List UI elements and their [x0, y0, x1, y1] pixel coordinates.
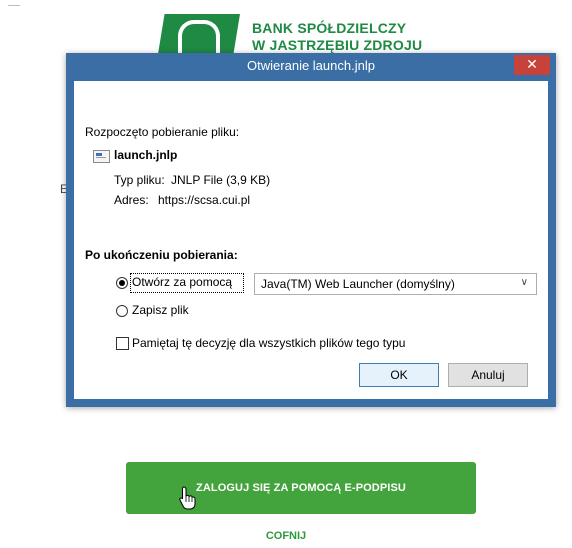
bank-name: BANK SPÓŁDZIELCZY W JASTRZĘBIU ZDROJU [252, 20, 422, 54]
chevron-down-icon: ∨ [520, 277, 528, 288]
file-type-value: JNLP File (3,9 KB) [171, 173, 271, 187]
dialog-titlebar[interactable]: Otwieranie launch.jnlp ✕ [66, 53, 556, 80]
close-icon: ✕ [526, 56, 538, 72]
save-file-label[interactable]: Zapisz plik [132, 303, 189, 317]
file-icon [93, 150, 110, 163]
dialog-client-area: Rozpoczęto pobieranie pliku: launch.jnlp… [74, 81, 548, 399]
hand-cursor-icon [179, 486, 196, 510]
address-value: https://scsa.cui.pl [158, 193, 251, 207]
file-type-label: Typ pliku: [114, 173, 165, 187]
ok-button[interactable]: OK [359, 363, 439, 387]
back-link[interactable]: COFNIJ [0, 530, 572, 542]
remember-checkbox[interactable] [116, 337, 129, 350]
menu-indicator [8, 5, 20, 6]
close-button[interactable]: ✕ [514, 55, 550, 75]
download-dialog: Otwieranie launch.jnlp ✕ Rozpoczęto pobi… [66, 53, 556, 407]
save-file-radio[interactable] [116, 305, 128, 317]
dialog-title: Otwieranie launch.jnlp [247, 58, 375, 73]
remember-label[interactable]: Pamiętaj tę decyzję dla wszystkich plikó… [132, 336, 405, 350]
bank-name-line1: BANK SPÓŁDZIELCZY [252, 20, 407, 36]
open-with-app-value: Java(TM) Web Launcher (domyślny) [261, 277, 455, 291]
cancel-button[interactable]: Anuluj [448, 363, 528, 387]
bank-name-line2: W JASTRZĘBIU ZDROJU [252, 37, 423, 53]
file-name: launch.jnlp [114, 148, 178, 162]
login-button-label: ZALOGUJ SIĘ ZA POMOCĄ E-PODPISU [196, 482, 406, 494]
download-started-label: Rozpoczęto pobieranie pliku: [85, 125, 240, 139]
open-with-radio[interactable] [116, 277, 128, 289]
after-download-label: Po ukończeniu pobierania: [85, 248, 238, 262]
bank-logo [158, 14, 240, 54]
open-with-app-select[interactable]: Java(TM) Web Launcher (domyślny) ∨ [254, 273, 537, 295]
open-with-label[interactable]: Otwórz za pomocą [132, 275, 232, 289]
address-label: Adres: [114, 193, 149, 207]
